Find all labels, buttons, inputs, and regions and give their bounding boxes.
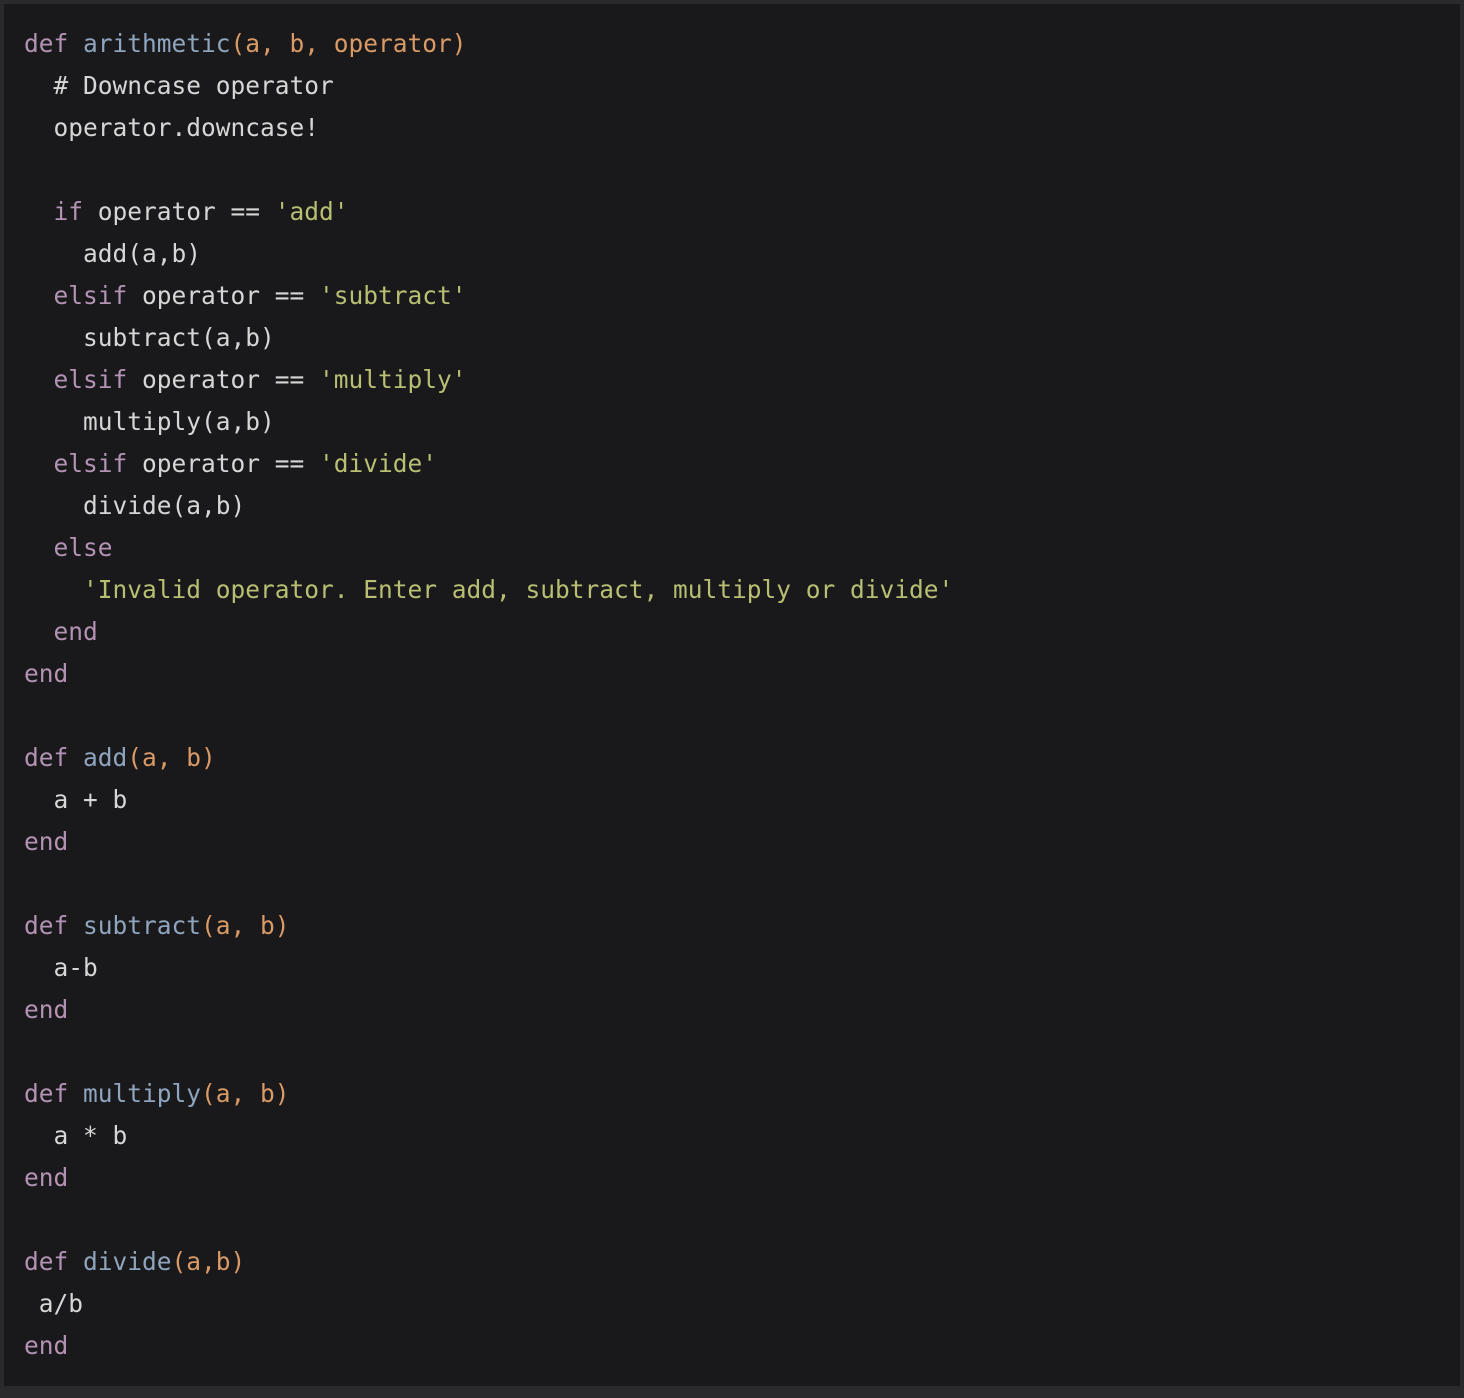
- code-line: def arithmetic(a, b, operator): [24, 23, 953, 65]
- code-line: end: [24, 653, 953, 695]
- keyword-token: elsif: [53, 449, 128, 478]
- keyword-token: end: [24, 1331, 69, 1360]
- code-line: end: [24, 611, 953, 653]
- code-block: def arithmetic(a, b, operator) # Downcas…: [24, 23, 953, 1367]
- function-name-token: arithmetic: [83, 29, 231, 58]
- function-name-token: divide: [83, 1247, 172, 1276]
- keyword-token: if: [53, 197, 84, 226]
- code-line: elsif operator == 'multiply': [24, 359, 953, 401]
- string-literal-token: 'subtract': [319, 281, 467, 310]
- keyword-token: end: [53, 617, 98, 646]
- code-text-token: a-b: [24, 953, 98, 982]
- code-line: a * b: [24, 1115, 953, 1157]
- comment-token: # Downcase operator: [53, 71, 334, 100]
- code-line: end: [24, 989, 953, 1031]
- keyword-token: elsif: [53, 365, 128, 394]
- code-line: end: [24, 821, 953, 863]
- parameter-list-token: (a, b, operator): [230, 29, 467, 58]
- code-text-token: subtract(a,b): [24, 323, 275, 352]
- code-line: operator.downcase!: [24, 107, 953, 149]
- code-line: # Downcase operator: [24, 65, 953, 107]
- keyword-token: def: [24, 1247, 69, 1276]
- code-line: a + b: [24, 779, 953, 821]
- function-name-token: add: [83, 743, 128, 772]
- parameter-list-token: (a, b): [201, 1079, 290, 1108]
- code-line: elsif operator == 'subtract': [24, 275, 953, 317]
- keyword-token: end: [24, 827, 69, 856]
- keyword-token: def: [24, 29, 69, 58]
- code-line: elsif operator == 'divide': [24, 443, 953, 485]
- code-line: if operator == 'add': [24, 191, 953, 233]
- function-name-token: subtract: [83, 911, 202, 940]
- code-line: end: [24, 1325, 953, 1367]
- keyword-token: def: [24, 743, 69, 772]
- code-line: divide(a,b): [24, 485, 953, 527]
- keyword-token: end: [24, 995, 69, 1024]
- keyword-token: def: [24, 1079, 69, 1108]
- code-text-token: multiply(a,b): [24, 407, 275, 436]
- code-line: a-b: [24, 947, 953, 989]
- parameter-list-token: (a, b): [127, 743, 216, 772]
- string-literal-token: 'add': [274, 197, 349, 226]
- code-text-token: a * b: [24, 1121, 128, 1150]
- keyword-token: elsif: [53, 281, 128, 310]
- string-literal-token: 'divide': [319, 449, 438, 478]
- code-line: multiply(a,b): [24, 401, 953, 443]
- keyword-token: else: [53, 533, 113, 562]
- code-line: else: [24, 527, 953, 569]
- code-line: a/b: [24, 1283, 953, 1325]
- code-text-token: operator.downcase!: [24, 113, 320, 142]
- code-text-token: a/b: [24, 1289, 84, 1318]
- code-text-token: operator ==: [127, 449, 320, 478]
- keyword-token: end: [24, 659, 69, 688]
- code-line: def multiply(a, b): [24, 1073, 953, 1115]
- code-line: end: [24, 1157, 953, 1199]
- parameter-list-token: (a, b): [201, 911, 290, 940]
- code-line: def subtract(a, b): [24, 905, 953, 947]
- code-text-token: operator ==: [83, 197, 275, 226]
- code-text-token: divide(a,b): [24, 491, 246, 520]
- code-line: def divide(a,b): [24, 1241, 953, 1283]
- code-text-token: operator ==: [127, 281, 320, 310]
- code-text-token: operator ==: [127, 365, 320, 394]
- code-line: def add(a, b): [24, 737, 953, 779]
- string-literal-token: 'Invalid operator. Enter add, subtract, …: [83, 575, 954, 604]
- keyword-token: end: [24, 1163, 69, 1192]
- keyword-token: def: [24, 911, 69, 940]
- parameter-list-token: (a,b): [171, 1247, 246, 1276]
- function-name-token: multiply: [83, 1079, 202, 1108]
- code-line: subtract(a,b): [24, 317, 953, 359]
- code-text-token: add(a,b): [24, 239, 202, 268]
- code-text-token: a + b: [24, 785, 128, 814]
- code-block-frame: def arithmetic(a, b, operator) # Downcas…: [4, 4, 1460, 1386]
- code-line: add(a,b): [24, 233, 953, 275]
- code-line: 'Invalid operator. Enter add, subtract, …: [24, 569, 953, 611]
- string-literal-token: 'multiply': [319, 365, 467, 394]
